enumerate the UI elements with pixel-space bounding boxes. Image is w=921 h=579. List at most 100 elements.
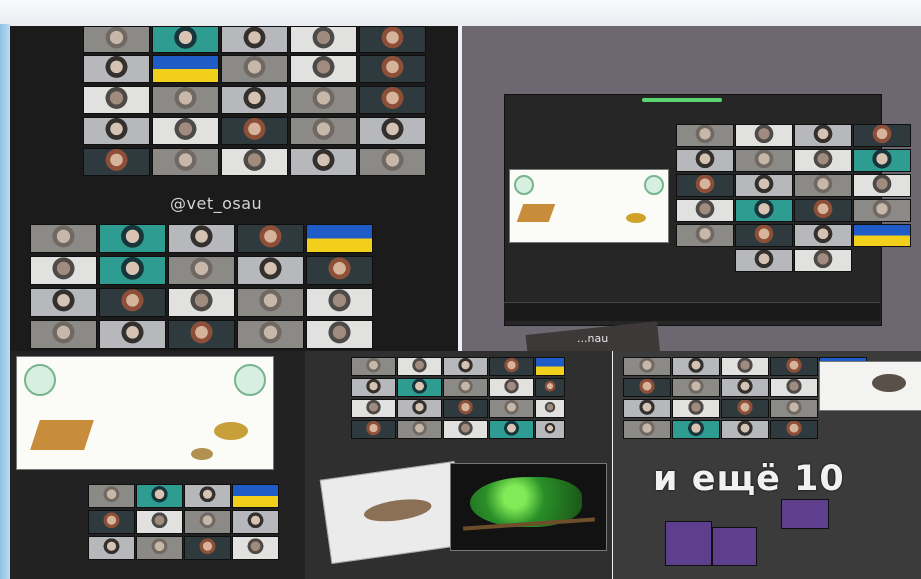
participant-tile <box>770 378 818 397</box>
participant-tile <box>359 86 426 114</box>
participant-tile-ukraine-flag <box>232 484 279 508</box>
watermark-text: ...nau <box>577 332 609 345</box>
screenshot-collage: @vet_osau ...nau и ещё 10 <box>0 0 921 579</box>
participant-tile <box>290 26 357 53</box>
participant-tile <box>306 320 373 349</box>
participant-tile <box>359 148 426 176</box>
presentation-bottom-middle <box>305 351 612 579</box>
participant-tile <box>88 536 135 560</box>
chameleon-slide <box>450 463 607 551</box>
participant-tile <box>88 484 135 508</box>
overlay-caption: и ещё 10 <box>653 459 845 499</box>
participant-tile <box>359 26 426 53</box>
participant-tile <box>735 249 793 272</box>
participant-tile <box>672 357 720 376</box>
participant-tile <box>443 357 488 376</box>
participant-tile <box>290 86 357 114</box>
participant-tile <box>721 420 769 439</box>
university-logo-icon <box>24 364 56 396</box>
participant-tile <box>88 510 135 534</box>
participant-tile <box>83 55 150 83</box>
participant-tile <box>794 174 852 197</box>
participant-tile <box>489 357 534 376</box>
participant-tile <box>853 199 911 222</box>
participant-tile <box>136 536 183 560</box>
participant-tile <box>489 420 534 439</box>
turtle-icon <box>191 448 213 460</box>
participant-tile <box>152 148 219 176</box>
participant-tile <box>623 399 671 418</box>
participant-tile <box>770 420 818 439</box>
participant-tile <box>397 420 442 439</box>
participant-tile <box>184 536 231 560</box>
participant-tile-ukraine-flag <box>853 224 911 247</box>
participant-tile <box>168 256 235 285</box>
participant-tile <box>221 55 288 83</box>
participant-tile <box>735 149 793 172</box>
top-bar <box>0 0 921 26</box>
purple-slide-block <box>712 527 757 566</box>
participant-tile <box>290 148 357 176</box>
participant-tile <box>99 224 166 253</box>
participant-tile <box>351 378 396 397</box>
participant-tile-ukraine-flag <box>152 55 219 83</box>
participant-tile <box>83 148 150 176</box>
participant-tile <box>30 288 97 317</box>
participant-tile <box>672 420 720 439</box>
participant-tile <box>535 399 565 418</box>
giraffe-icon <box>30 420 94 450</box>
participant-tile <box>770 357 818 376</box>
meeting-toolbar <box>504 302 880 321</box>
participant-tile <box>676 224 734 247</box>
reptile-slide <box>819 361 921 411</box>
participant-tile <box>136 484 183 508</box>
participant-tile <box>237 224 304 253</box>
participant-tile <box>735 124 793 147</box>
participant-tile <box>672 399 720 418</box>
turtle-icon <box>626 213 646 223</box>
participant-tile <box>397 378 442 397</box>
participant-tile <box>794 199 852 222</box>
participant-tile <box>735 199 793 222</box>
participant-tile <box>184 484 231 508</box>
participant-tile <box>853 124 911 147</box>
participant-tile <box>351 420 396 439</box>
participant-tile <box>30 224 97 253</box>
participant-tile <box>672 378 720 397</box>
participant-tile <box>535 420 565 439</box>
video-gallery-top-left: @vet_osau <box>10 26 458 351</box>
participant-tile <box>443 420 488 439</box>
participant-tile <box>136 510 183 534</box>
participant-tile <box>721 378 769 397</box>
participant-tile <box>623 357 671 376</box>
top-status-indicator <box>642 98 722 102</box>
participant-tile <box>152 86 219 114</box>
left-window-strip <box>0 24 10 579</box>
participant-tile <box>489 399 534 418</box>
participant-tile <box>237 288 304 317</box>
participant-tile <box>99 320 166 349</box>
participant-tile <box>735 224 793 247</box>
participant-tile <box>351 357 396 376</box>
participant-tile <box>735 174 793 197</box>
participant-tile <box>290 55 357 83</box>
participant-tile <box>623 378 671 397</box>
participant-tile <box>489 378 534 397</box>
giraffe-icon <box>516 204 556 222</box>
participant-tile <box>152 26 219 53</box>
participant-tile <box>168 288 235 317</box>
participant-tile <box>168 224 235 253</box>
participant-tile <box>853 149 911 172</box>
participant-tile <box>306 288 373 317</box>
university-logo-icon <box>234 364 266 396</box>
participant-tile <box>443 399 488 418</box>
participant-tile <box>152 117 219 145</box>
participant-tile <box>359 55 426 83</box>
participant-tile <box>99 288 166 317</box>
participant-tile <box>397 357 442 376</box>
participant-tile <box>237 320 304 349</box>
participant-tile <box>676 149 734 172</box>
participant-tile-ukraine-flag <box>535 357 565 376</box>
participant-tile <box>794 149 852 172</box>
watermark-text: @vet_osau <box>170 194 263 213</box>
